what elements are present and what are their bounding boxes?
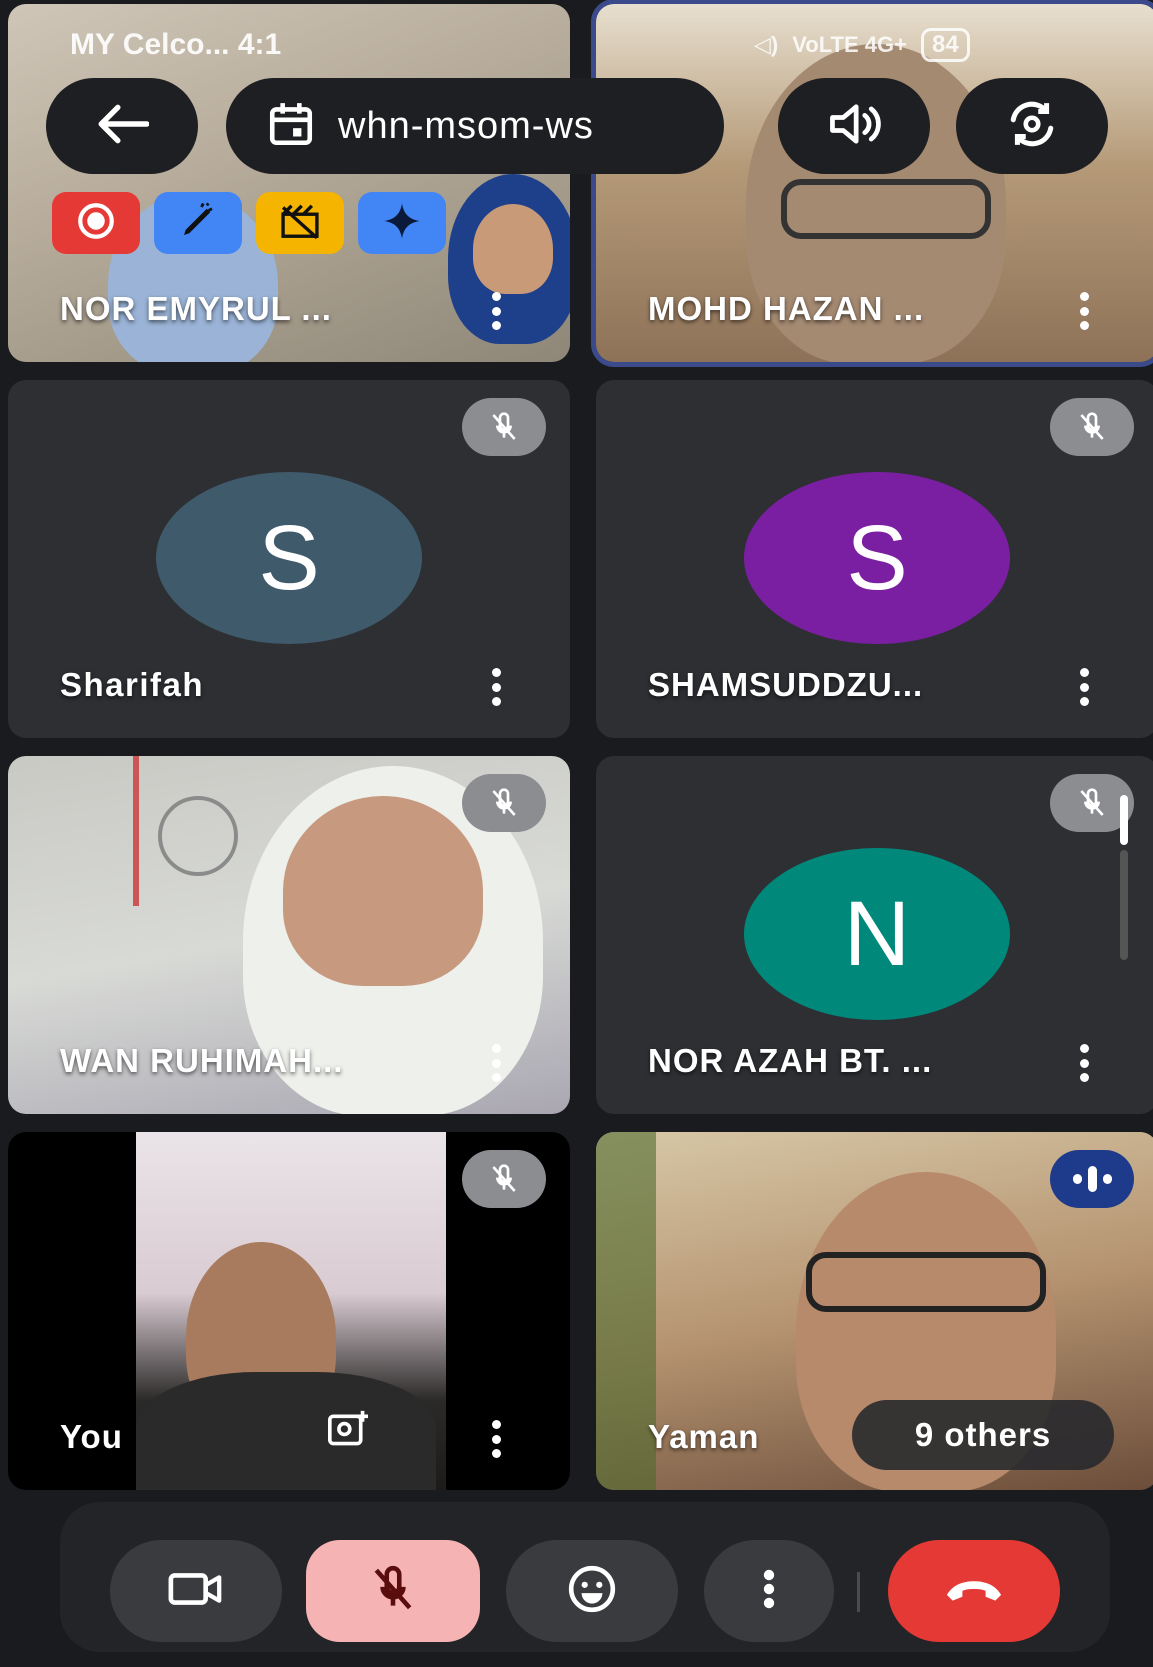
meeting-code: whn-msom-ws [338,104,594,147]
mic-off-icon [368,1564,418,1619]
status-bar-right: ◁) VoLTE 4G+ 84 [754,28,970,62]
participant-name: WAN RUHIMAH... [60,1042,344,1079]
battery-indicator: 84 [920,28,970,62]
participant-tile[interactable]: N NOR AZAH BT. ... [596,756,1153,1114]
participant-tile[interactable]: Yaman 9 others [596,1132,1153,1490]
mic-toggle-button[interactable] [306,1540,480,1642]
gemini-button[interactable] [358,192,446,254]
participant-name: You [60,1418,123,1455]
participant-tile-self[interactable]: You [8,1132,570,1490]
avatar: N [744,848,1010,1020]
participant-name: SHAMSUDDZU... [648,666,924,703]
more-vert-icon[interactable] [484,290,508,332]
switch-camera-button[interactable] [956,78,1108,174]
quick-actions [52,192,446,254]
sparkle-icon [381,200,423,247]
effects-button[interactable] [256,192,344,254]
more-vert-icon[interactable] [484,1418,508,1460]
hangup-icon [943,1574,1005,1609]
avatar: S [156,472,422,644]
record-button[interactable] [52,192,140,254]
participant-tile[interactable]: WAN RUHIMAH... [8,756,570,1114]
speaker-icon [826,100,882,153]
participant-name: MOHD HAZAN ... [648,290,925,327]
participant-tile[interactable]: S Sharifah [8,380,570,738]
arrow-left-icon [95,102,150,151]
others-button[interactable]: 9 others [852,1400,1114,1470]
more-vert-icon [762,1569,776,1614]
participant-tile[interactable]: S SHAMSUDDZU... [596,380,1153,738]
more-vert-icon[interactable] [1072,290,1096,332]
calendar-icon [266,99,316,154]
add-photo-icon[interactable] [326,1409,370,1454]
controls-divider [857,1572,860,1612]
scrollbar-track [1120,850,1128,960]
record-icon [75,200,117,247]
mic-off-icon [462,774,546,832]
participant-name: Sharifah [60,666,205,703]
status-bar-carrier: MY Celco... 4:1 [70,28,282,61]
network-label: VoLTE 4G+ [792,32,907,57]
more-vert-icon[interactable] [484,1042,508,1084]
more-vert-icon[interactable] [1072,666,1096,708]
effects-icon [278,201,322,246]
avatar: S [744,472,1010,644]
more-vert-icon[interactable] [484,666,508,708]
mic-off-icon [1050,398,1134,456]
speaking-indicator-icon [1050,1150,1134,1208]
mic-off-icon [462,1150,546,1208]
meet-call-screen: NOR EMYRUL ... MOHD HAZAN ... S Sharifah… [0,0,1153,1667]
volume-icon: ◁) [754,32,779,57]
participant-name: Yaman [648,1418,760,1455]
camera-toggle-button[interactable] [110,1540,282,1642]
participant-name: NOR AZAH BT. ... [648,1042,933,1079]
back-button[interactable] [46,78,198,174]
participant-name: NOR EMYRUL ... [60,290,332,327]
switch-camera-icon [1004,99,1060,154]
pencil-icon [177,200,219,247]
scrollbar-thumb[interactable] [1120,795,1128,845]
more-options-button[interactable] [704,1540,834,1642]
mic-off-icon [462,398,546,456]
speaker-button[interactable] [778,78,930,174]
video-camera-icon [167,1569,225,1614]
reactions-button[interactable] [506,1540,678,1642]
meeting-info-button[interactable]: whn-msom-ws [226,78,724,174]
annotate-button[interactable] [154,192,242,254]
hangup-button[interactable] [888,1540,1060,1642]
more-vert-icon[interactable] [1072,1042,1096,1084]
emoji-icon [567,1564,617,1619]
